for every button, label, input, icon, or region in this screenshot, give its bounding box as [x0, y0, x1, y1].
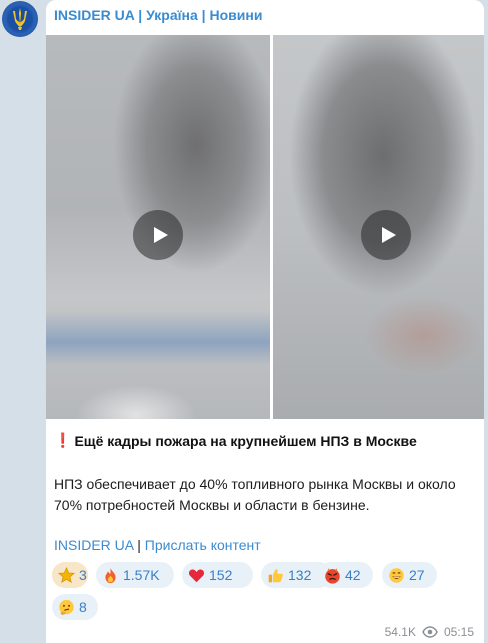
reaction-count: 27	[409, 567, 425, 583]
reaction-enraged-face[interactable]: 42	[318, 562, 373, 588]
reaction-star[interactable]: 3	[52, 562, 88, 588]
separator: |	[134, 7, 147, 23]
reaction-grinning-face[interactable]: 27	[382, 562, 437, 588]
post-headline: ❗ Ещё кадры пожара на крупнейшем НПЗ в М…	[54, 432, 417, 449]
reaction-fire[interactable]: 1.57K	[96, 562, 174, 588]
headline-text: Ещё кадры пожара на крупнейшем НПЗ в Мос…	[74, 432, 417, 449]
reaction-count: 3	[79, 567, 87, 583]
reaction-thinking-face[interactable]: 8	[52, 594, 98, 620]
trident-icon	[13, 8, 27, 30]
thinking-face-icon	[59, 599, 74, 615]
channel-link[interactable]: INSIDER UA	[54, 537, 133, 553]
heart-icon	[188, 569, 205, 582]
submit-content-link[interactable]: Прислать контент	[145, 537, 261, 553]
eye-icon	[422, 626, 438, 638]
view-count: 54.1K	[384, 625, 416, 639]
video-thumbnail-1[interactable]	[46, 35, 270, 419]
reaction-count: 132	[288, 567, 312, 583]
play-button[interactable]	[361, 210, 411, 260]
play-icon	[153, 227, 168, 243]
enraged-face-icon	[325, 567, 340, 584]
grinning-face-icon	[389, 567, 404, 583]
post-body: НПЗ обеспечивает до 40% топливного рынка…	[54, 476, 456, 513]
channel-name-line[interactable]: INSIDER UA | Україна | Новини	[54, 7, 262, 23]
link-separator: |	[133, 537, 145, 553]
exclamation-icon: ❗	[54, 432, 72, 448]
message-meta: 54.1K 05:15	[385, 625, 474, 639]
star-icon	[58, 566, 75, 583]
post-time: 05:15	[443, 625, 474, 639]
channel-tag-ukraine[interactable]: Україна	[146, 7, 198, 23]
fire-icon	[105, 567, 116, 583]
reaction-count: 42	[345, 567, 361, 583]
channel-name[interactable]: INSIDER UA	[54, 7, 134, 23]
reaction-count: 152	[209, 567, 233, 583]
message-bubble: INSIDER UA | Україна | Новини ❗ Ещё кадр…	[46, 0, 484, 643]
reaction-heart[interactable]: 152	[182, 562, 253, 588]
channel-avatar[interactable]	[2, 1, 38, 37]
media-album	[46, 35, 484, 419]
thumbs-up-icon	[268, 568, 283, 582]
reaction-count: 8	[79, 599, 87, 615]
video-thumbnail-2[interactable]	[273, 35, 484, 419]
separator: |	[197, 7, 210, 23]
reaction-count: 1.57K	[123, 567, 160, 583]
channel-tag-news[interactable]: Новини	[210, 7, 263, 23]
play-button[interactable]	[133, 210, 183, 260]
post-links: INSIDER UA | Прислать контент	[54, 537, 261, 553]
play-icon	[381, 227, 396, 243]
